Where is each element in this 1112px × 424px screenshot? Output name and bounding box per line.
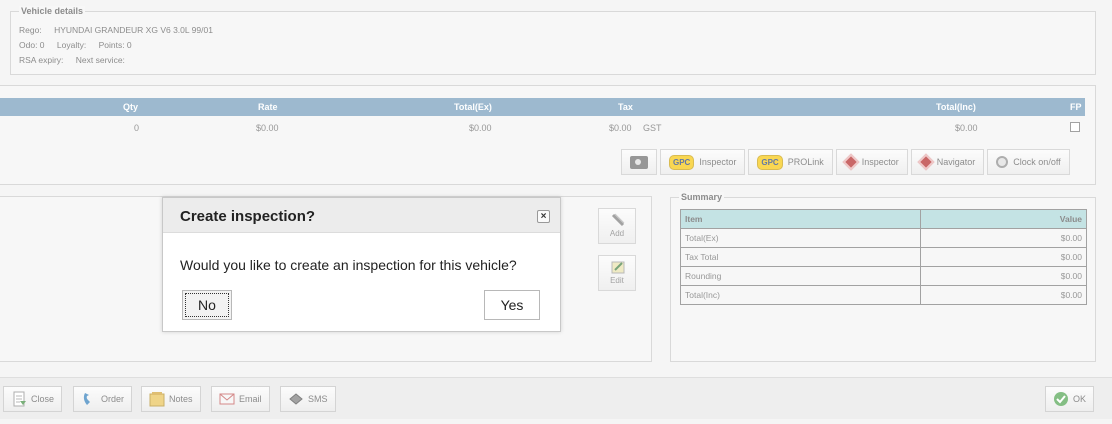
dialog-title-bar: Create inspection? × bbox=[163, 198, 560, 233]
create-inspection-dialog: Create inspection? × Would you like to c… bbox=[162, 197, 561, 332]
no-button[interactable]: No bbox=[182, 290, 232, 320]
yes-button[interactable]: Yes bbox=[484, 290, 540, 320]
dialog-title: Create inspection? bbox=[180, 208, 316, 225]
close-icon[interactable]: × bbox=[537, 210, 550, 223]
dialog-message: Would you like to create an inspection f… bbox=[180, 257, 517, 273]
